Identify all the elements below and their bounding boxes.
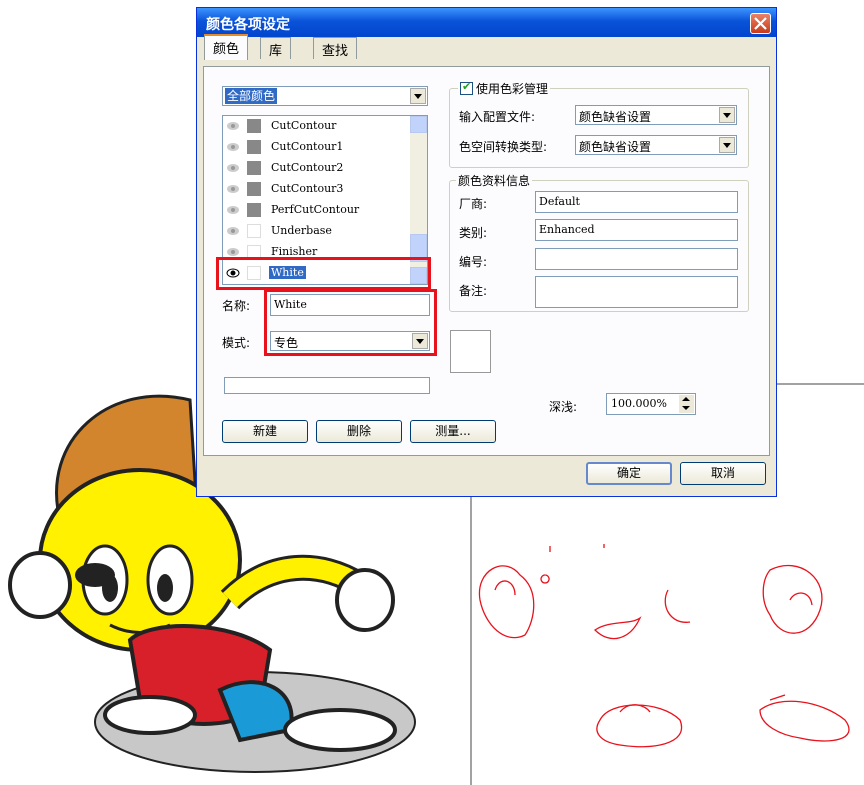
cs-convert-combo[interactable]: 颜色缺省设置 (575, 135, 737, 155)
eye-icon[interactable] (225, 203, 241, 217)
tab-color[interactable]: 颜色 (204, 34, 249, 60)
color-mgmt-title: 使用色彩管理 (458, 80, 551, 97)
list-item[interactable]: CutContour2 (223, 158, 411, 179)
input-profile-combo[interactable]: 颜色缺省设置 (575, 105, 737, 125)
number-field[interactable] (535, 248, 738, 270)
dialog-title: 颜色各项设定 (206, 17, 290, 33)
category-field[interactable]: Enhanced (535, 219, 738, 241)
cs-convert-value: 颜色缺省设置 (579, 140, 652, 154)
title-bar[interactable]: 颜色各项设定 (197, 8, 776, 37)
list-item[interactable]: CutContour (223, 116, 411, 137)
input-profile-value: 颜色缺省设置 (579, 110, 652, 124)
color-swatch (247, 119, 261, 133)
eye-icon[interactable] (225, 224, 241, 238)
highlight-box-list (216, 257, 431, 290)
color-mgmt-group (449, 88, 749, 168)
color-name: PerfCutContour (271, 203, 360, 216)
vendor-value: Default (539, 195, 580, 208)
color-filter-combo[interactable]: 全部颜色 (222, 86, 428, 106)
mode-label: 模式: (222, 336, 251, 350)
cs-convert-label: 色空间转换类型: (459, 140, 548, 154)
tint-spinner[interactable]: 100.000% (606, 393, 696, 415)
tab-library[interactable]: 库 (260, 37, 292, 59)
color-swatch (247, 203, 261, 217)
color-name: CutContour3 (271, 182, 344, 195)
category-value: Enhanced (539, 223, 595, 236)
color-swatch (247, 161, 261, 175)
list-item[interactable]: CutContour3 (223, 179, 411, 200)
color-name: CutContour2 (271, 161, 344, 174)
tint-label: 深浅: (549, 400, 578, 414)
vendor-field[interactable]: Default (535, 191, 738, 213)
number-label: 编号: (459, 255, 488, 269)
eye-icon[interactable] (225, 140, 241, 154)
tab-search[interactable]: 查找 (313, 37, 358, 59)
color-preview-swatch (450, 330, 491, 373)
color-swatch (247, 224, 261, 238)
spinner-arrows-icon[interactable] (679, 395, 694, 413)
color-swatch (247, 182, 261, 196)
notes-field[interactable] (535, 276, 738, 308)
color-name: CutContour (271, 119, 337, 132)
color-info-title: 颜色资料信息 (456, 172, 533, 189)
chevron-down-icon[interactable] (719, 137, 735, 153)
eye-icon[interactable] (225, 119, 241, 133)
chevron-down-icon[interactable] (719, 107, 735, 123)
new-button[interactable]: 新建 (222, 420, 308, 443)
chevron-down-icon[interactable] (410, 88, 426, 104)
close-icon (754, 17, 767, 30)
list-item[interactable]: PerfCutContour (223, 200, 411, 221)
list-item[interactable]: Underbase (223, 221, 411, 242)
eye-icon[interactable] (225, 161, 241, 175)
color-name: CutContour1 (271, 140, 344, 153)
ok-button[interactable]: 确定 (586, 462, 672, 485)
category-label: 类别: (459, 226, 488, 240)
color-swatch (247, 140, 261, 154)
cancel-button[interactable]: 取消 (680, 462, 766, 485)
close-button[interactable] (750, 13, 771, 34)
progress-bar (224, 377, 430, 394)
eye-icon[interactable] (225, 182, 241, 196)
list-item[interactable]: CutContour1 (223, 137, 411, 158)
delete-button[interactable]: 删除 (316, 420, 402, 443)
notes-label: 备注: (459, 284, 488, 298)
color-mgmt-label: 使用色彩管理 (476, 82, 549, 96)
input-profile-label: 输入配置文件: (459, 110, 536, 124)
vendor-label: 厂商: (459, 197, 488, 211)
tint-value: 100.000% (611, 397, 667, 410)
color-mgmt-checkbox[interactable] (460, 80, 473, 95)
highlight-box-fields (264, 289, 437, 356)
color-name: Underbase (271, 224, 332, 237)
measure-button[interactable]: 测量... (410, 420, 496, 443)
name-label: 名称: (222, 299, 251, 313)
scroll-up-button[interactable] (410, 116, 427, 133)
color-filter-value: 全部颜色 (225, 88, 278, 104)
